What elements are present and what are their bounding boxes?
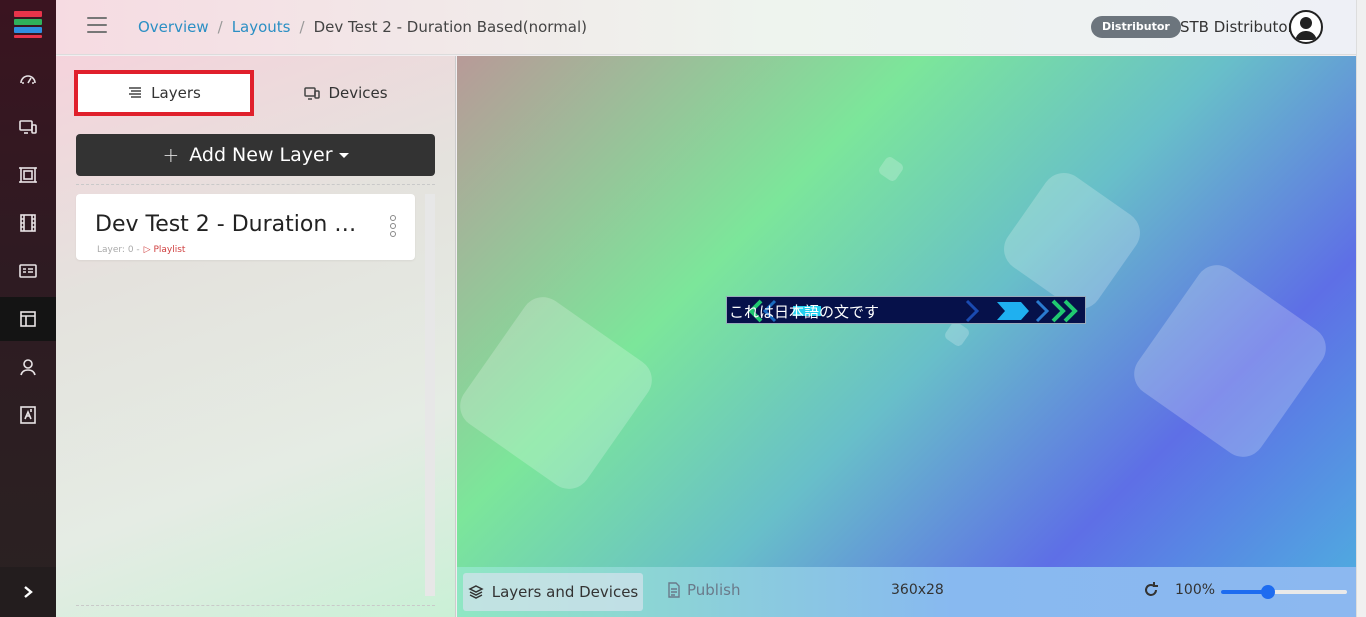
sidebar-item-reports[interactable] [0,393,56,437]
plus-icon: + [162,143,180,167]
divider [76,184,435,185]
kebab-dot [390,215,396,221]
role-badge: Distributor [1091,16,1181,38]
background-shape [877,155,905,183]
layer-name: Dev Test 2 - Duration B... [95,212,365,237]
add-new-layer-label: Add New Layer [189,144,333,166]
background-shape [1125,256,1335,466]
layer-list-scrollbar[interactable] [425,194,435,596]
kebab-dot [390,231,396,237]
reset-zoom-button[interactable] [1142,581,1160,599]
user-name[interactable]: STB Distributor [1180,18,1294,36]
sidebar-item-dashboard[interactable] [0,57,56,101]
logo-bar-1 [14,11,42,17]
sidebar-item-playlist[interactable] [0,249,56,293]
chevron-right-icon [24,586,33,598]
breadcrumb: Overview / Layouts / Dev Test 2 - Durati… [138,18,587,36]
zoom-slider-thumb[interactable] [1261,585,1276,599]
zoom-level: 100% [1175,582,1216,598]
reports-icon [20,406,36,424]
hamburger-line [87,24,107,26]
layer-list: Dev Test 2 - Duration B... Layer: 0 - ▷ P… [76,194,435,596]
refresh-icon [1145,582,1158,596]
breadcrumb-current: Dev Test 2 - Duration Based(normal) [313,18,588,36]
breadcrumb-overview-link[interactable]: Overview [138,18,209,36]
hamburger-line [87,31,107,33]
background-shape [457,288,661,498]
devices-icon [304,87,321,100]
sidebar-item-layouts[interactable] [0,297,56,341]
background-shape [943,320,971,348]
canvas-dimensions: 360x28 [891,582,944,598]
canvas-toolbar: Layers and Devices Publish 360x28 100% [457,567,1356,617]
dashboard-gauge-icon [20,75,36,84]
publish-label: Publish [687,581,741,599]
hamburger-line [87,17,107,19]
sidebar-expand-button[interactable] [0,567,56,617]
logo-bar-3 [14,27,42,33]
logo-bar-2 [14,19,42,25]
layer-type-label: Playlist [153,245,186,255]
layer-card[interactable]: Dev Test 2 - Duration B... Layer: 0 - ▷ P… [76,194,415,260]
ticker-layer[interactable]: これは日本語の文です [726,296,1086,324]
menu-toggle-button[interactable] [87,17,107,35]
divider [76,605,435,606]
logo-bar-4 [14,35,42,38]
layouts-icon [20,311,36,327]
layer-options-button[interactable] [390,215,398,239]
layers-stack-icon [468,585,484,599]
breadcrumb-separator: / [299,18,305,36]
avatar[interactable] [1289,10,1323,44]
layer-index: Layer: 0 - [97,245,140,255]
sidebar-item-users[interactable] [0,345,56,389]
play-icon: ▷ [143,245,154,255]
media-frame-icon [19,167,37,183]
breadcrumb-layouts-link[interactable]: Layouts [232,18,291,36]
document-icon [668,582,680,598]
publish-button[interactable]: Publish [667,581,740,599]
sidebar-rail [0,0,56,617]
top-bar: Overview / Layouts / Dev Test 2 - Durati… [56,0,1356,55]
sidebar-item-media[interactable] [0,153,56,197]
caret-down-icon [338,152,349,158]
tab-devices-label: Devices [328,84,388,102]
layer-type: ▷ Playlist [144,245,186,255]
playlist-card-icon [19,264,37,278]
sidebar-item-video[interactable] [0,201,56,245]
tab-layers-label: Layers [151,84,201,102]
tab-layers[interactable]: Layers [74,70,254,116]
layer-meta: Layer: 0 - ▷ Playlist [97,245,185,255]
layers-and-devices-button[interactable]: Layers and Devices [463,573,643,611]
page-scrollbar[interactable] [1356,0,1366,617]
ticker-text: これは日本語の文です [729,303,880,321]
layers-lines-icon [129,87,142,98]
devices-icon [19,120,37,134]
background-shape [995,164,1149,318]
chevron-decoration-icon [965,299,1078,323]
zoom-slider[interactable] [1221,585,1347,599]
kebab-dot [390,223,396,229]
sidebar-item-devices[interactable] [0,105,56,149]
add-new-layer-button[interactable]: + Add New Layer [76,134,435,176]
tab-devices[interactable]: Devices [256,70,436,116]
users-icon [20,359,36,376]
layers-and-devices-label: Layers and Devices [491,583,639,601]
breadcrumb-separator: / [217,18,223,36]
layers-panel: Layers Devices + Add New Layer Dev Test … [56,56,456,617]
panel-tabs: Layers Devices [74,70,436,116]
app-logo[interactable] [14,11,42,43]
layout-canvas[interactable]: これは日本語の文です [457,56,1356,567]
film-icon [20,214,36,232]
user-avatar-icon [1295,17,1317,40]
